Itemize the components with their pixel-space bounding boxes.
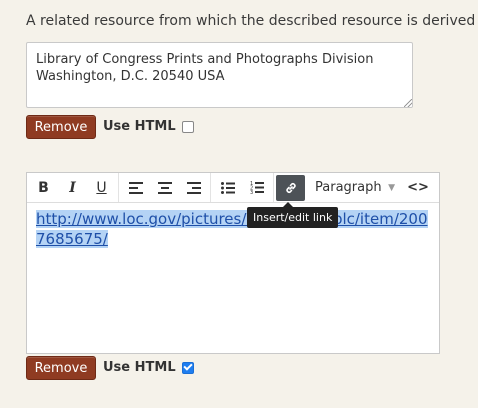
chevron-down-icon: ▼ xyxy=(388,182,395,193)
use-html-checkbox[interactable] xyxy=(181,120,194,133)
remove-button[interactable]: Remove xyxy=(26,115,96,139)
block-format-select[interactable]: Paragraph ▼ xyxy=(307,173,403,202)
bold-button[interactable]: B xyxy=(29,175,58,201)
align-center-icon[interactable] xyxy=(150,175,179,201)
align-right-icon[interactable] xyxy=(179,175,208,201)
numbered-list-icon[interactable]: 123 xyxy=(242,175,271,201)
use-html-label-2: Use HTML xyxy=(103,360,176,375)
related-resource-textarea[interactable]: Library of Congress Prints and Photograp… xyxy=(26,42,413,108)
rich-text-editor[interactable]: B I U 123 Paragraph ▼ <> http://www.loc.… xyxy=(26,172,440,354)
italic-button[interactable]: I xyxy=(58,175,87,201)
resize-handle-icon[interactable] xyxy=(404,99,412,107)
bullet-list-icon[interactable] xyxy=(213,175,242,201)
link-tooltip: Insert/edit link xyxy=(247,202,339,228)
underline-button[interactable]: U xyxy=(87,175,116,201)
editor-toolbar: B I U 123 Paragraph ▼ <> xyxy=(27,173,439,203)
use-html-toggle-2[interactable]: Use HTML xyxy=(103,360,194,375)
list-group: 123 xyxy=(211,173,274,202)
remove-button-2[interactable]: Remove xyxy=(26,356,96,380)
link-icon[interactable] xyxy=(276,174,305,201)
svg-text:3: 3 xyxy=(250,190,253,194)
editor-content[interactable]: http://www.loc.gov/pictures/collection/p… xyxy=(36,209,431,249)
align-left-icon[interactable] xyxy=(121,175,150,201)
link-group xyxy=(274,173,307,202)
use-html-label: Use HTML xyxy=(103,119,176,134)
alignment-group xyxy=(119,173,211,202)
block-format-value: Paragraph xyxy=(315,180,382,195)
use-html-checkbox-2[interactable] xyxy=(181,361,194,374)
field-label: A related resource from which the descri… xyxy=(26,13,476,29)
text-style-group: B I U xyxy=(27,173,119,202)
use-html-toggle[interactable]: Use HTML xyxy=(103,119,194,134)
hyperlink[interactable]: http://www.loc.gov/pictures/collection/p… xyxy=(36,210,428,248)
source-code-button[interactable]: <> xyxy=(403,173,433,202)
